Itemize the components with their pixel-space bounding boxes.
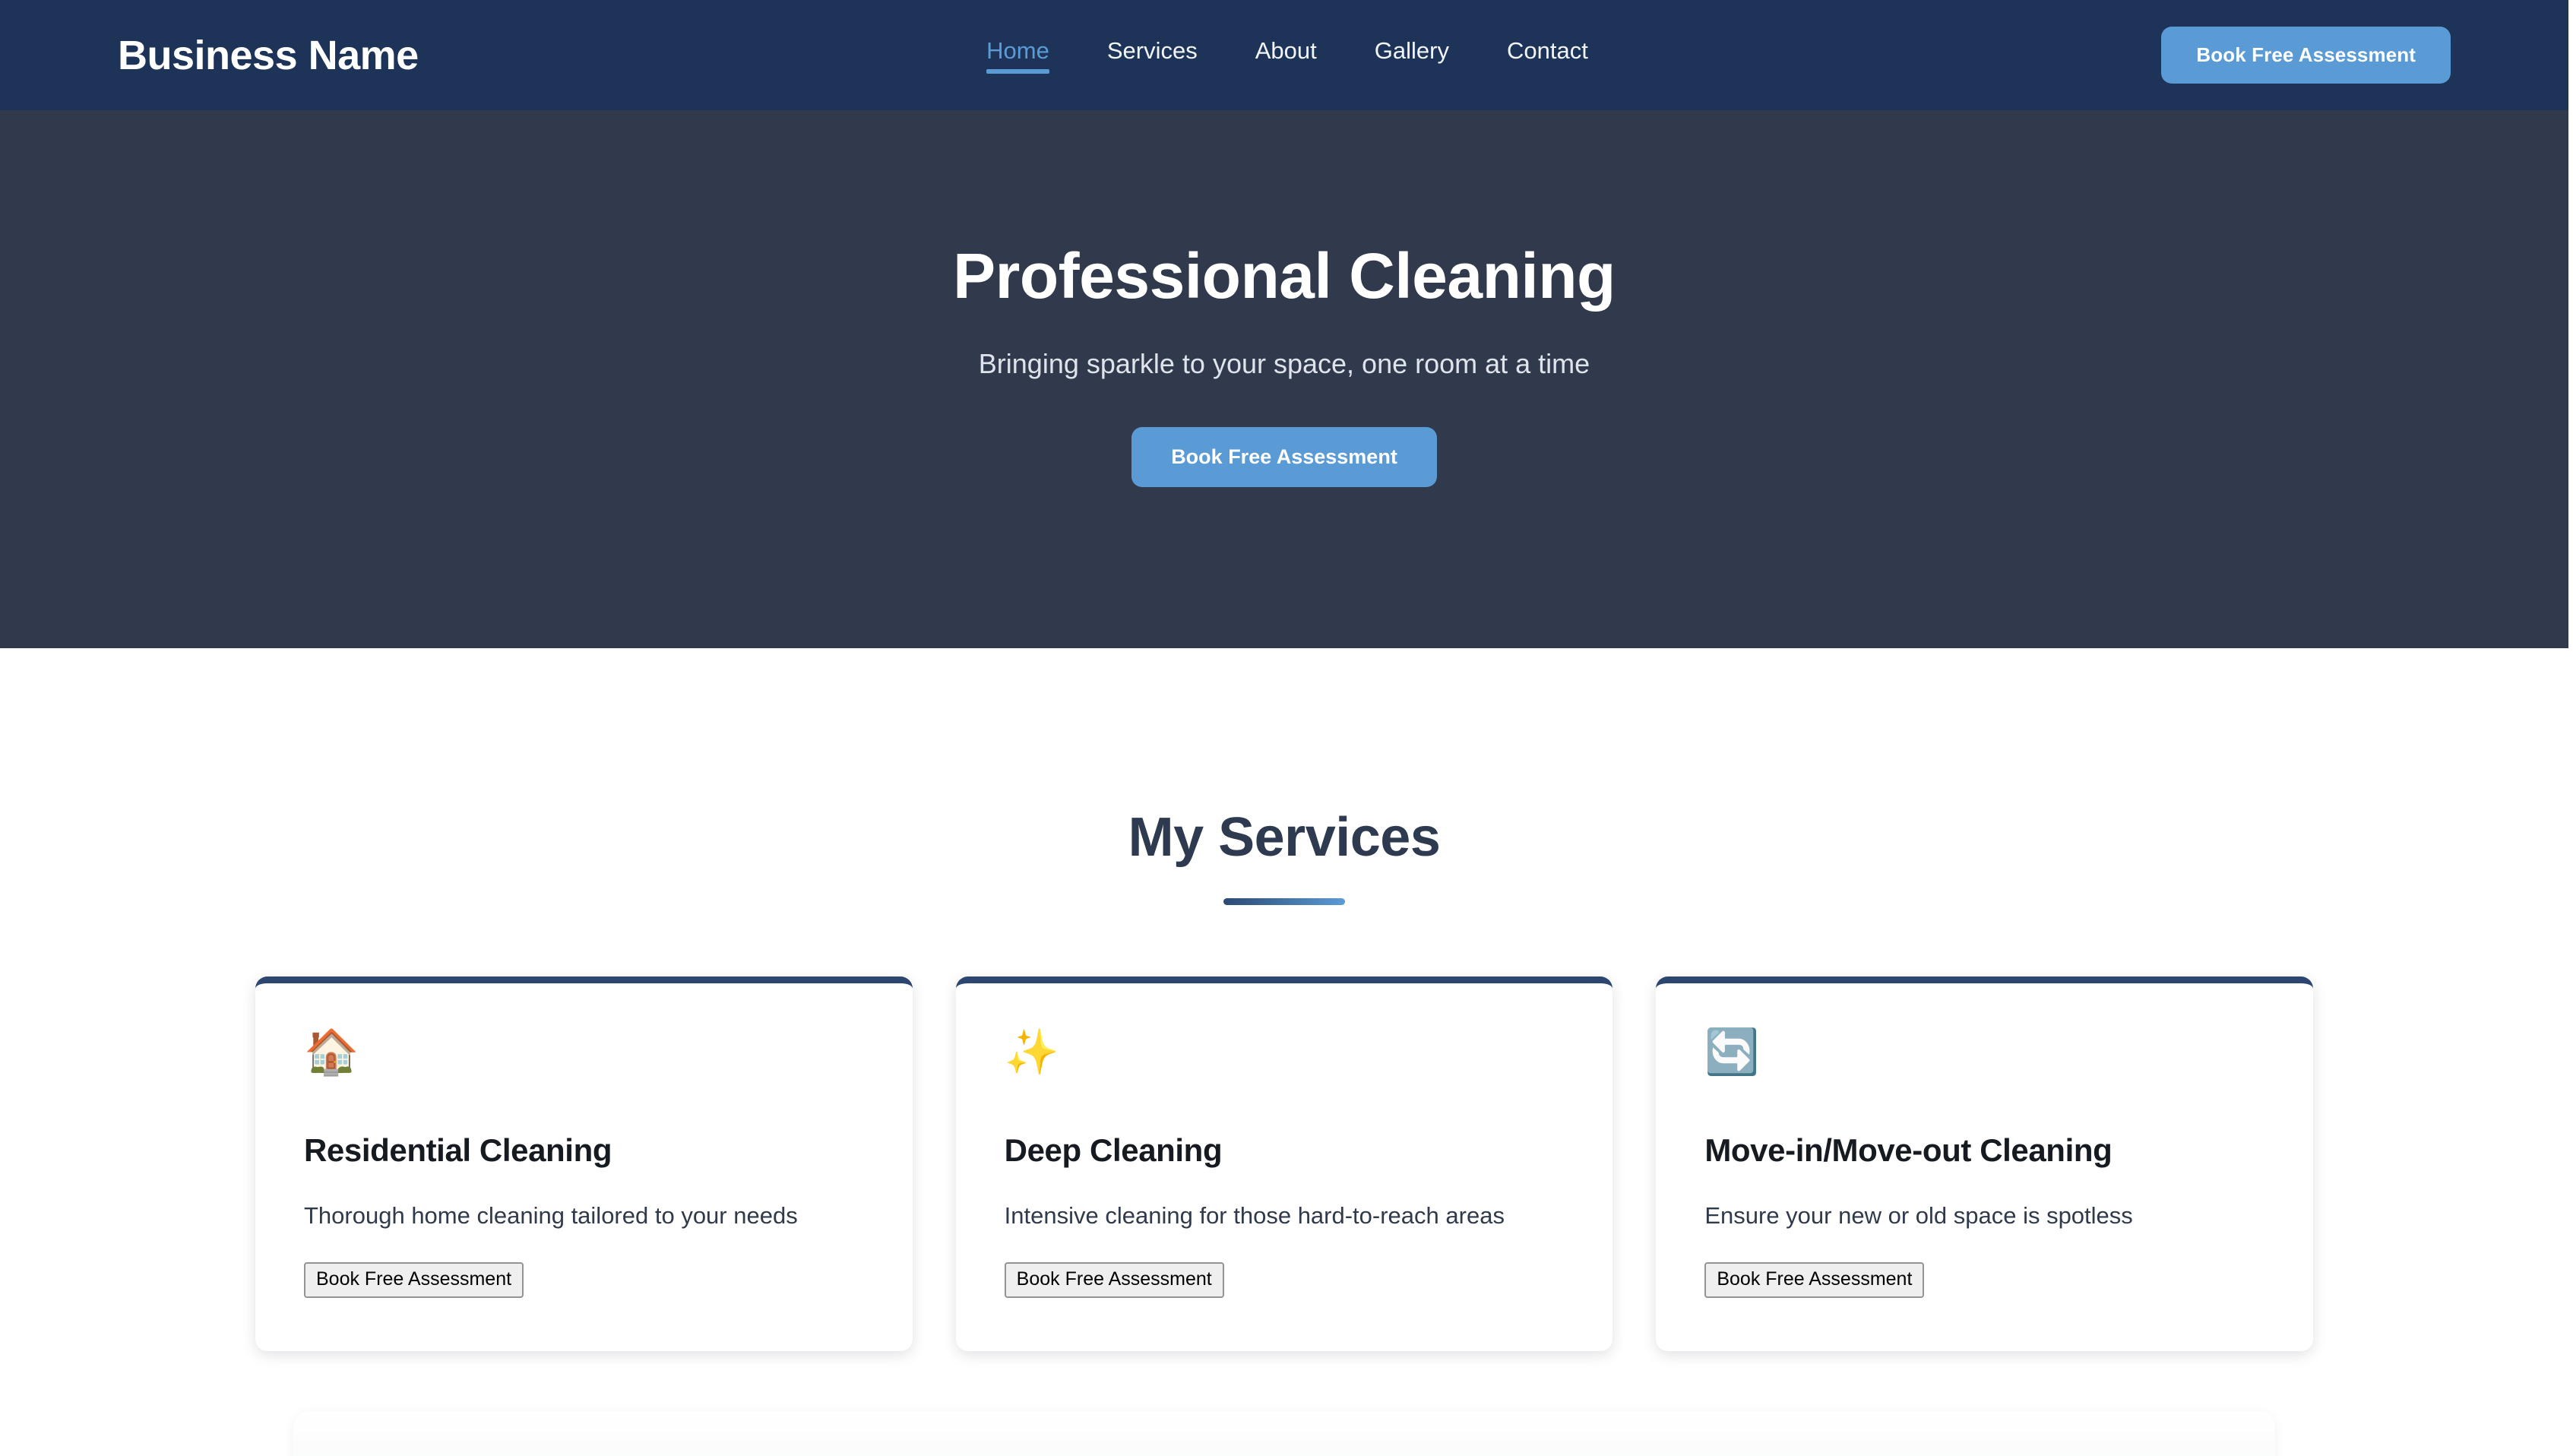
nav-link-services[interactable]: Services [1107, 37, 1198, 74]
site-header: Business Name Home Services About Galler… [0, 0, 2568, 110]
page-root: Business Name Home Services About Galler… [0, 0, 2568, 1456]
nav-link-contact[interactable]: Contact [1507, 37, 1588, 74]
nav-link-home[interactable]: Home [986, 37, 1049, 74]
service-card-title: Move-in/Move-out Cleaning [1704, 1132, 2113, 1168]
nav-item-about[interactable]: About [1226, 37, 1346, 74]
services-title: My Services [1128, 807, 1441, 868]
hero-section: Professional Cleaning Bringing sparkle t… [0, 110, 2568, 648]
service-card-description: Ensure your new or old space is spotless [1704, 1202, 2133, 1230]
arrows-counterclockwise-icon: 🔄 [1704, 1027, 1760, 1077]
service-card-book-assessment-button[interactable]: Book Free Assessment [1004, 1261, 1224, 1299]
service-card-book-assessment-button[interactable]: Book Free Assessment [1704, 1261, 1925, 1299]
service-card-description: Intensive cleaning for those hard-to-rea… [1004, 1202, 1505, 1230]
service-card-description: Thorough home cleaning tailored to your … [304, 1202, 798, 1230]
nav-link-gallery[interactable]: Gallery [1375, 37, 1449, 74]
service-card-deep-cleaning[interactable]: ✨ Deep Cleaning Intensive cleaning for t… [955, 976, 1613, 1352]
service-card-residential-cleaning[interactable]: 🏠 Residential Cleaning Thorough home cle… [255, 976, 913, 1352]
nav-item-home[interactable]: Home [957, 37, 1078, 74]
nav-link-about[interactable]: About [1255, 37, 1317, 74]
services-heading-block: My Services [0, 806, 2568, 905]
hero-title: Professional Cleaning [953, 240, 1616, 312]
house-icon: 🏠 [304, 1027, 359, 1077]
nav-list: Home Services About Gallery Contact [957, 37, 1617, 74]
service-card-move-in-move-out-cleaning[interactable]: 🔄 Move-in/Move-out Cleaning Ensure your … [1656, 976, 2314, 1352]
service-card-book-assessment-button[interactable]: Book Free Assessment [304, 1261, 524, 1299]
hero-subtitle: Bringing sparkle to your space, one room… [978, 347, 1590, 379]
browser-viewport: Business Name Home Services About Galler… [0, 0, 2573, 1456]
brand-logo[interactable]: Business Name [118, 32, 419, 79]
nav-item-contact[interactable]: Contact [1478, 37, 1617, 74]
next-section-panel [293, 1411, 2275, 1456]
services-section: My Services 🏠 Residential Cleaning Thoro… [0, 648, 2568, 1456]
sparkles-icon: ✨ [1004, 1027, 1059, 1077]
hero-book-assessment-button[interactable]: Book Free Assessment [1131, 426, 1437, 487]
header-book-assessment-button[interactable]: Book Free Assessment [2161, 27, 2451, 84]
service-cards-row: 🏠 Residential Cleaning Thorough home cle… [0, 976, 2568, 1352]
nav-item-services[interactable]: Services [1078, 37, 1226, 74]
service-card-title: Deep Cleaning [1004, 1132, 1223, 1168]
page-scrollbar-track[interactable] [2568, 0, 2573, 1456]
nav-item-gallery[interactable]: Gallery [1346, 37, 1478, 74]
service-card-title: Residential Cleaning [304, 1132, 612, 1168]
title-underline-rule [1223, 898, 1345, 905]
